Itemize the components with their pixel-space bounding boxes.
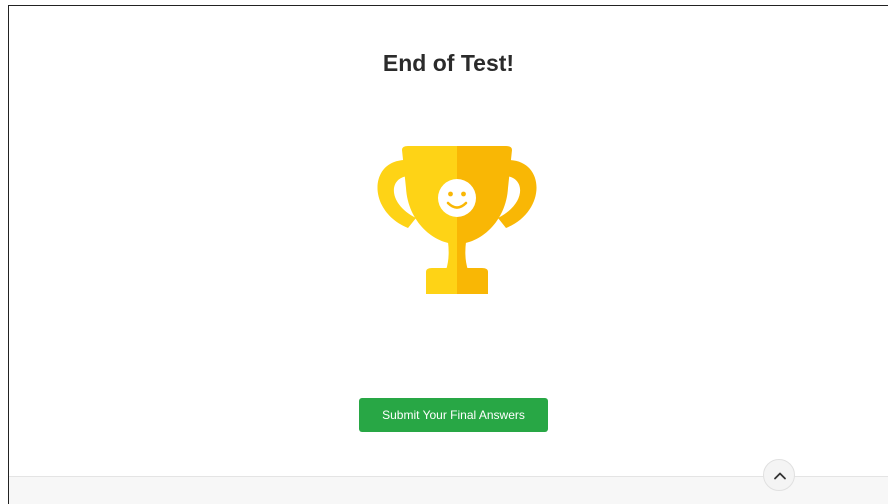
page-title: End of Test! (382, 50, 515, 76)
scroll-up-button[interactable] (763, 459, 795, 491)
page: End of Test! Submit Your Final Answers (0, 0, 888, 504)
chevron-up-icon (774, 472, 786, 480)
smiley-face-icon (438, 179, 476, 217)
submit-final-answers-button[interactable]: Submit Your Final Answers (359, 398, 548, 432)
bottom-bar (9, 476, 888, 504)
trophy-icon (364, 140, 550, 298)
test-end-panel: End of Test! Submit Your Final Answers (8, 5, 888, 504)
